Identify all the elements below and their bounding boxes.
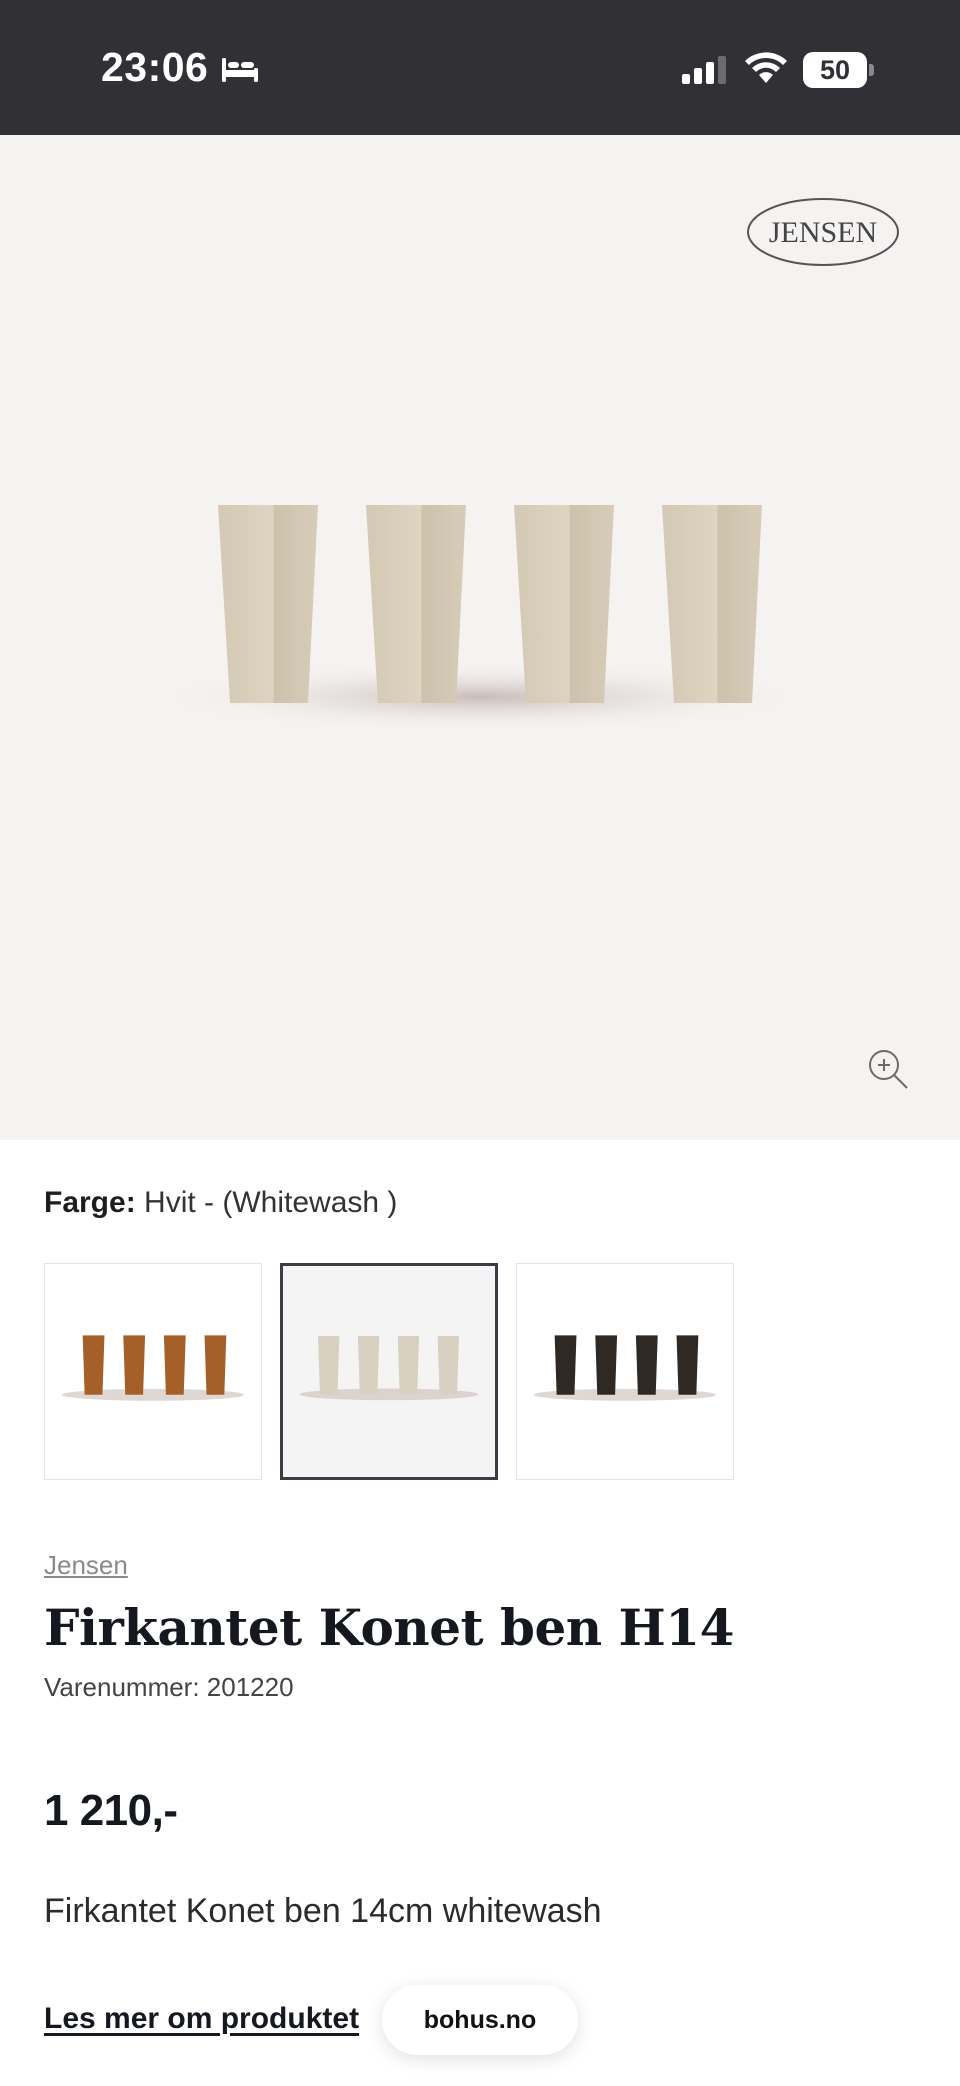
cellular-signal-icon	[682, 56, 726, 84]
product-photo	[140, 505, 820, 733]
brand-link[interactable]: Jensen	[44, 1550, 128, 1581]
battery-icon: 50	[803, 52, 875, 88]
color-swatch-whitewash[interactable]	[280, 1263, 498, 1480]
product-short-description: Firkantet Konet ben 14cm whitewash	[44, 1892, 602, 1930]
color-selection-label: Farge: Hvit - (Whitewash )	[44, 1186, 397, 1220]
sku-number: Varenummer: 201220	[44, 1672, 294, 1702]
product-image-gallery[interactable]: JENSEN	[0, 135, 960, 1140]
color-swatch-teak[interactable]	[44, 1263, 262, 1480]
browser-address-pill[interactable]: bohus.no	[382, 1985, 578, 2055]
swatch-image-teak	[61, 1335, 245, 1401]
battery-cap	[869, 64, 874, 76]
swatch-image-whitewash	[299, 1336, 479, 1401]
product-title: Firkantet Konet ben H14	[44, 1598, 734, 1657]
wifi-icon	[745, 52, 787, 83]
zoom-in-icon[interactable]	[867, 1048, 909, 1090]
color-value: Hvit - (Whitewash )	[144, 1186, 398, 1219]
read-more-link[interactable]: Les mer om produktet	[44, 2002, 359, 2036]
status-bar: 23:06 50	[0, 0, 960, 135]
svg-text:JENSEN: JENSEN	[769, 216, 877, 249]
battery-level: 50	[803, 52, 867, 88]
color-label: Farge:	[44, 1186, 136, 1219]
status-time: 23:06	[101, 44, 209, 90]
swatch-image-dark	[533, 1335, 717, 1401]
color-swatch-dark[interactable]	[516, 1263, 734, 1480]
sleep-bed-icon	[222, 58, 258, 82]
product-price: 1 210,-	[44, 1786, 178, 1835]
jensen-brand-logo: JENSEN	[747, 198, 899, 266]
